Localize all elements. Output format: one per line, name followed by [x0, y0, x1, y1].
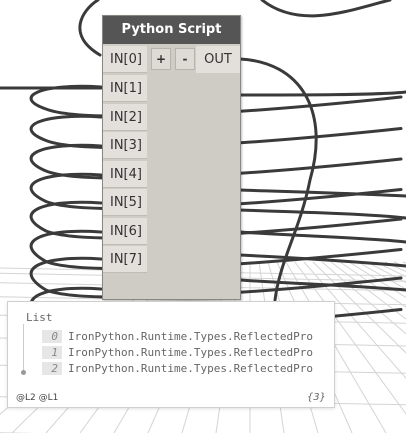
input-port-4[interactable]: IN[4] — [103, 161, 147, 188]
input-port-6[interactable]: IN[6] — [103, 218, 147, 245]
input-port-1[interactable]: IN[1] — [103, 75, 147, 102]
output-port[interactable]: OUT — [196, 46, 240, 73]
list-item: 0 IronPython.Runtime.Types.ReflectedPro — [42, 330, 334, 345]
list-item-index: 0 — [42, 330, 62, 343]
preview-tree-dot — [21, 370, 26, 375]
python-script-node[interactable]: Python Script IN[0] IN[1] IN[2] IN[3] IN… — [102, 15, 241, 300]
wire — [260, 0, 392, 18]
wire — [238, 208, 406, 220]
input-port-2[interactable]: IN[2] — [103, 104, 147, 131]
node-title: Python Script — [103, 16, 240, 44]
preview-tree-line — [23, 324, 24, 372]
wire — [238, 90, 406, 97]
preview-bubble[interactable]: List 0 IronPython.Runtime.Types.Reflected… — [7, 301, 335, 408]
input-port-label: IN[1] — [110, 81, 142, 96]
list-item-index: 2 — [42, 362, 62, 375]
input-port-label: IN[5] — [110, 195, 142, 210]
list-item: 2 IronPython.Runtime.Types.ReflectedPro — [42, 362, 334, 377]
remove-input-button[interactable]: - — [175, 48, 195, 70]
input-port-label: IN[4] — [110, 167, 142, 182]
preview-list-title: List — [26, 311, 53, 324]
input-port-label: IN[7] — [110, 252, 142, 267]
input-port-label: IN[0] — [110, 52, 142, 67]
list-item: 1 IronPython.Runtime.Types.ReflectedPro — [42, 346, 334, 361]
list-item-value: IronPython.Runtime.Types.ReflectedPro — [68, 330, 314, 343]
list-item-value: IronPython.Runtime.Types.ReflectedPro — [68, 362, 314, 375]
add-input-button[interactable]: + — [151, 48, 171, 70]
output-port-label: OUT — [204, 52, 232, 67]
input-port-label: IN[2] — [110, 110, 142, 125]
input-port-0[interactable]: IN[0] — [103, 46, 147, 73]
input-port-label: IN[6] — [110, 224, 142, 239]
list-item-value: IronPython.Runtime.Types.ReflectedPro — [68, 346, 314, 359]
list-levels: @L2 @L1 — [16, 393, 59, 403]
list-count: {3} — [306, 392, 326, 403]
input-port-label: IN[3] — [110, 138, 142, 153]
input-port-7[interactable]: IN[7] — [103, 246, 147, 273]
wire — [78, 0, 102, 57]
input-port-5[interactable]: IN[5] — [103, 189, 147, 216]
input-port-3[interactable]: IN[3] — [103, 132, 147, 159]
wire — [238, 230, 406, 244]
list-item-index: 1 — [42, 346, 62, 359]
